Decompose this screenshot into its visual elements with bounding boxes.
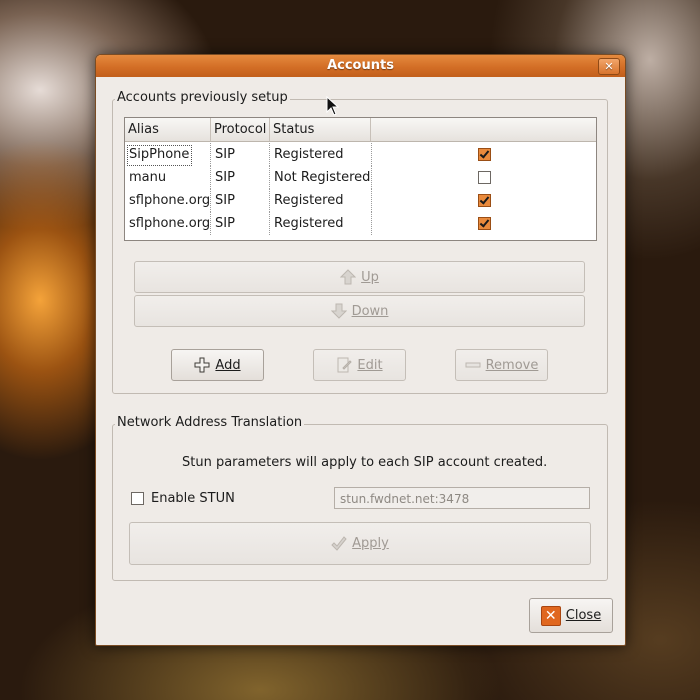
close-x-icon: ✕ <box>604 60 614 73</box>
table-row[interactable]: sflphone.org SIP Registered <box>125 189 596 212</box>
down-label: Down <box>351 303 389 319</box>
add-button[interactable]: Add <box>171 349 264 381</box>
column-header-protocol[interactable]: Protocol <box>211 118 270 141</box>
table-row[interactable]: manu SIP Not Registered <box>125 166 596 189</box>
account-enabled-checkbox[interactable] <box>478 171 491 184</box>
column-header-alias[interactable]: Alias <box>125 118 211 141</box>
stun-info-text: Stun parameters will apply to each SIP a… <box>182 455 548 470</box>
column-header-status[interactable]: Status <box>270 118 371 141</box>
cell-status: Registered <box>270 189 372 212</box>
window-close-button[interactable]: ✕ <box>598 58 620 75</box>
cell-alias: SipPhone <box>125 143 211 166</box>
checkmark-icon <box>331 535 347 551</box>
column-header-enabled[interactable] <box>371 118 594 141</box>
remove-label: Remove <box>485 357 539 373</box>
enable-stun-label[interactable]: Enable STUN <box>151 491 235 506</box>
remove-button[interactable]: Remove <box>455 349 548 381</box>
cell-status: Not Registered <box>270 166 372 189</box>
plus-icon <box>194 357 210 373</box>
table-row[interactable]: SipPhone SIP Registered <box>125 143 596 166</box>
mouse-cursor-icon <box>326 96 340 116</box>
cell-alias: sflphone.org <box>125 212 211 235</box>
arrow-up-icon <box>340 269 357 285</box>
accounts-table[interactable]: Alias Protocol Status SipPhone SIP Regis… <box>124 117 597 241</box>
apply-button[interactable]: Apply <box>129 522 591 565</box>
close-icon: ✕ <box>540 605 561 626</box>
stun-server-field[interactable]: stun.fwdnet.net:3478 <box>334 487 590 509</box>
account-enabled-checkbox[interactable] <box>478 148 491 161</box>
accounts-dialog: Accounts ✕ Accounts previously setup Ali… <box>95 54 626 646</box>
table-row[interactable]: sflphone.org SIP Registered <box>125 212 596 235</box>
edit-label: Edit <box>357 357 383 373</box>
arrow-down-icon <box>330 303 347 319</box>
accounts-frame-legend: Accounts previously setup <box>115 90 290 105</box>
cell-protocol: SIP <box>211 212 270 235</box>
cell-protocol: SIP <box>211 143 270 166</box>
account-enabled-checkbox[interactable] <box>478 194 491 207</box>
up-label: Up <box>361 269 379 285</box>
table-header: Alias Protocol Status <box>125 118 596 142</box>
close-button[interactable]: ✕ Close <box>529 598 613 633</box>
edit-icon <box>337 357 353 373</box>
title-bar[interactable]: Accounts ✕ <box>96 55 625 77</box>
cell-alias: manu <box>125 166 211 189</box>
edit-button[interactable]: Edit <box>313 349 406 381</box>
apply-label: Apply <box>352 536 389 551</box>
dialog-title: Accounts <box>327 58 394 73</box>
account-enabled-checkbox[interactable] <box>478 217 491 230</box>
enable-stun-checkbox[interactable] <box>131 492 144 505</box>
cell-alias: sflphone.org <box>125 189 211 212</box>
down-button[interactable]: Down <box>134 295 585 327</box>
cell-status: Registered <box>270 212 372 235</box>
cell-protocol: SIP <box>211 166 270 189</box>
cell-status: Registered <box>270 143 372 166</box>
up-button[interactable]: Up <box>134 261 585 293</box>
add-label: Add <box>215 357 241 373</box>
nat-frame-legend: Network Address Translation <box>115 415 305 430</box>
close-label: Close <box>565 608 602 623</box>
minus-icon <box>465 362 481 368</box>
cell-protocol: SIP <box>211 189 270 212</box>
